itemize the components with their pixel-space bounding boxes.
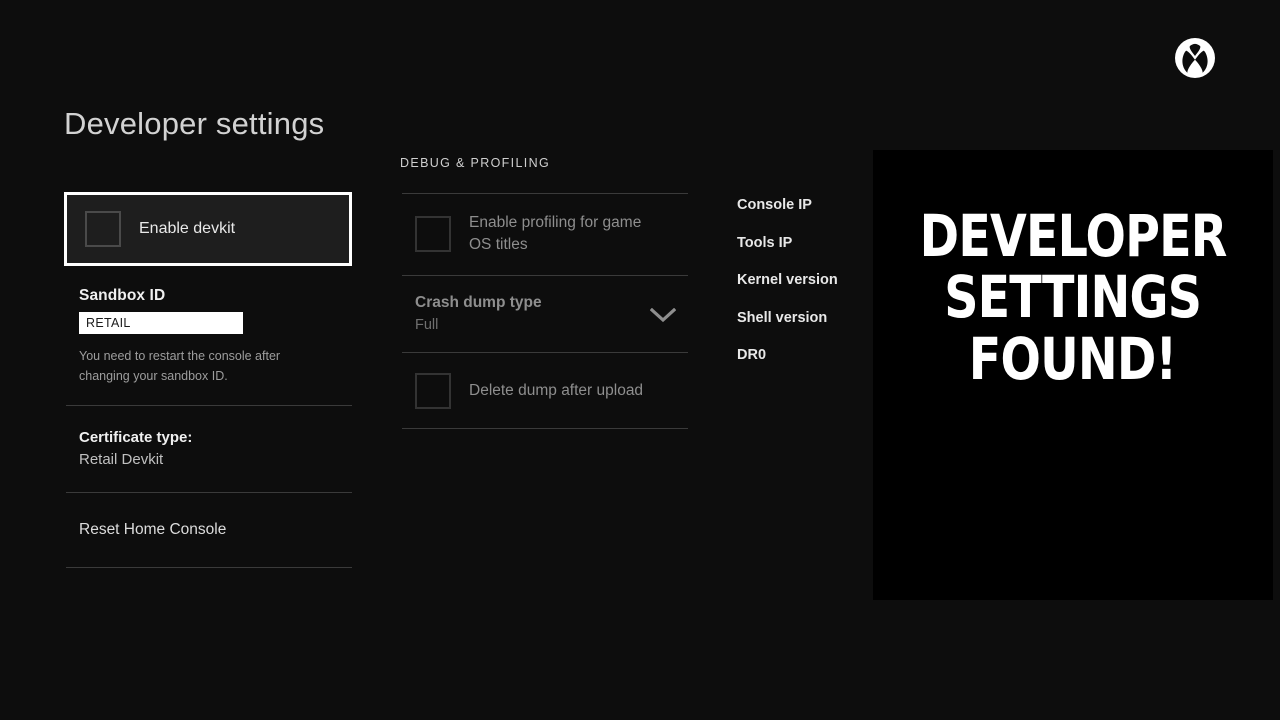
reset-home-console-button[interactable]: Reset Home Console: [64, 521, 352, 539]
sandbox-id-label: Sandbox ID: [79, 287, 352, 305]
crash-dump-type-label: Crash dump type: [415, 294, 542, 312]
enable-profiling-row[interactable]: Enable profiling for game OS titles: [400, 212, 686, 256]
enable-devkit-checkbox[interactable]: [85, 211, 121, 247]
enable-devkit-row[interactable]: Enable devkit: [64, 192, 352, 266]
divider-below-reset: [66, 567, 352, 568]
overlay-line-1: DEVELOPER: [920, 206, 1227, 267]
left-settings-column: Enable devkit Sandbox ID You need to res…: [64, 192, 352, 568]
info-label-dr0: DR0: [737, 347, 857, 363]
certificate-type-value: Retail Devkit: [79, 451, 352, 468]
overlay-line-3: FOUND!: [969, 329, 1177, 390]
crash-dump-type-value: Full: [415, 317, 542, 333]
overlay-announcement-panel: DEVELOPER SETTINGS FOUND!: [873, 150, 1273, 600]
sandbox-id-help-text: You need to restart the console after ch…: [79, 346, 309, 387]
certificate-type-label: Certificate type:: [79, 429, 352, 446]
info-label-console-ip: Console IP: [737, 197, 857, 213]
debug-profiling-column: DEBUG & PROFILING Enable profiling for g…: [400, 156, 686, 429]
page-title: Developer settings: [64, 106, 324, 142]
enable-profiling-label: Enable profiling for game OS titles: [469, 212, 667, 256]
crash-dump-type-dropdown[interactable]: Crash dump type Full: [400, 294, 686, 333]
enable-devkit-label: Enable devkit: [139, 220, 235, 238]
xbox-logo-icon: [1175, 38, 1215, 78]
delete-dump-label: Delete dump after upload: [469, 380, 667, 402]
info-label-shell-version: Shell version: [737, 310, 857, 326]
certificate-type-block: Certificate type: Retail Devkit: [64, 429, 352, 468]
divider-below-delete-dump: [402, 428, 688, 429]
info-label-kernel-version: Kernel version: [737, 272, 857, 288]
debug-profiling-heading: DEBUG & PROFILING: [400, 156, 686, 170]
chevron-down-icon[interactable]: [650, 308, 676, 328]
overlay-line-2: SETTINGS: [945, 267, 1202, 328]
console-info-column: Console IP Tools IP Kernel version Shell…: [737, 197, 857, 385]
sandbox-id-input[interactable]: [79, 312, 243, 334]
delete-dump-row[interactable]: Delete dump after upload: [400, 373, 686, 409]
info-label-tools-ip: Tools IP: [737, 235, 857, 251]
sandbox-id-block: Sandbox ID You need to restart the conso…: [64, 287, 352, 387]
delete-dump-checkbox[interactable]: [415, 373, 451, 409]
enable-profiling-checkbox[interactable]: [415, 216, 451, 252]
